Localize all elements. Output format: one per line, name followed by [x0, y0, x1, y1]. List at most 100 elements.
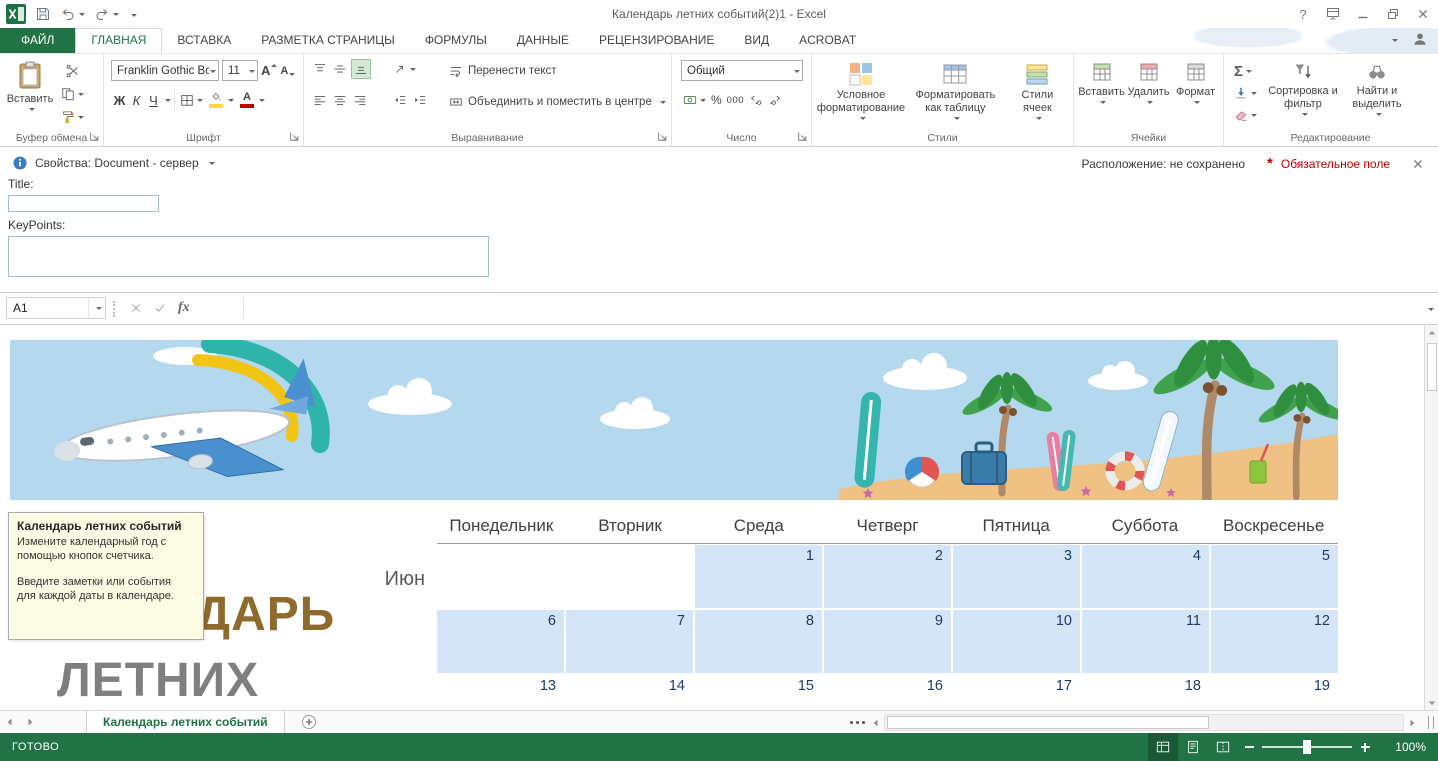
- format-cells-button[interactable]: Формат: [1173, 59, 1218, 105]
- ribbon-tab-formulas[interactable]: ФОРМУЛЫ: [410, 28, 502, 53]
- zoom-in-button[interactable]: [1354, 733, 1376, 761]
- undo-button[interactable]: [60, 6, 85, 22]
- date-cell[interactable]: 9: [824, 610, 951, 673]
- ribbon-display-options-button[interactable]: [1318, 0, 1348, 28]
- delete-cells-button[interactable]: Удалить: [1126, 59, 1171, 105]
- sort-filter-button[interactable]: Сортировка и фильтр: [1265, 59, 1341, 117]
- merge-center-button[interactable]: Объединить и поместить в центре: [449, 91, 666, 113]
- tab-scroll-dots-icon[interactable]: [850, 721, 865, 724]
- name-box[interactable]: A1: [6, 297, 106, 319]
- formula-bar-grip[interactable]: [113, 301, 115, 317]
- redo-button[interactable]: [94, 6, 119, 22]
- cut-button[interactable]: [59, 61, 86, 81]
- conditional-formatting-button[interactable]: Условное форматирование: [817, 59, 905, 121]
- align-right-button[interactable]: [351, 90, 369, 110]
- close-panel-button[interactable]: [1412, 158, 1424, 170]
- zoom-slider[interactable]: [1262, 740, 1352, 754]
- copy-button[interactable]: [59, 84, 86, 104]
- increase-decimal-button[interactable]: [747, 90, 765, 110]
- date-cell[interactable]: 13: [437, 675, 564, 710]
- insert-cells-button[interactable]: Вставить: [1078, 59, 1125, 105]
- formula-input[interactable]: [243, 297, 1415, 319]
- user-account-icon[interactable]: [1412, 31, 1428, 47]
- page-layout-view-button[interactable]: [1178, 733, 1208, 761]
- comma-style-button[interactable]: 000: [725, 90, 746, 110]
- decrease-indent-button[interactable]: [391, 90, 409, 110]
- date-cell[interactable]: 12: [1211, 610, 1338, 673]
- properties-header[interactable]: Свойства: Document - сервер: [35, 156, 199, 170]
- vertical-scrollbar[interactable]: [1424, 325, 1438, 710]
- decrease-font-button[interactable]: А: [280, 65, 296, 77]
- minimize-button[interactable]: [1348, 0, 1378, 28]
- align-top-button[interactable]: [311, 59, 329, 79]
- horizontal-scroll-thumb[interactable]: [887, 716, 1209, 729]
- align-bottom-button[interactable]: [351, 59, 371, 79]
- new-sheet-button[interactable]: [301, 714, 317, 730]
- borders-button[interactable]: [178, 90, 205, 110]
- dialog-launcher-number[interactable]: [797, 131, 808, 142]
- date-cell[interactable]: 4: [1082, 545, 1209, 608]
- clear-button[interactable]: [1232, 105, 1259, 125]
- italic-button[interactable]: К: [128, 93, 145, 108]
- bold-button[interactable]: Ж: [111, 93, 128, 108]
- worksheet[interactable]: КАЛЕНДАРЬ ЛЕТНИХ Календарь летних событи…: [0, 325, 1424, 710]
- accounting-format-button[interactable]: [681, 90, 708, 110]
- chevron-down-icon[interactable]: [1389, 32, 1398, 46]
- number-format-combo[interactable]: Общий: [681, 60, 803, 81]
- help-button[interactable]: ?: [1288, 0, 1318, 28]
- align-left-button[interactable]: [311, 90, 329, 110]
- ribbon-tab-review[interactable]: РЕЦЕНЗИРОВАНИЕ: [584, 28, 729, 53]
- cell-styles-button[interactable]: Стили ячеек: [1007, 59, 1068, 121]
- sheet-tab[interactable]: Календарь летних событий: [86, 710, 285, 734]
- increase-indent-button[interactable]: [411, 90, 429, 110]
- keypoints-input[interactable]: [8, 236, 489, 277]
- orientation-button[interactable]: [391, 59, 449, 79]
- scroll-up-button[interactable]: [1425, 325, 1438, 340]
- date-cell[interactable]: 16: [824, 675, 951, 710]
- title-input[interactable]: [8, 195, 159, 212]
- decrease-decimal-button[interactable]: [766, 90, 784, 110]
- zoom-out-button[interactable]: [1238, 733, 1260, 761]
- wrap-text-button[interactable]: Перенести текст: [449, 60, 666, 82]
- expand-formula-bar-button[interactable]: [1425, 301, 1434, 315]
- underline-button[interactable]: Ч: [145, 93, 162, 108]
- date-cell[interactable]: 10: [953, 610, 1080, 673]
- align-middle-button[interactable]: [331, 59, 349, 79]
- normal-view-button[interactable]: [1148, 733, 1178, 761]
- zoom-slider-thumb[interactable]: [1303, 740, 1311, 754]
- percent-style-button[interactable]: %: [709, 90, 724, 110]
- font-color-button[interactable]: А: [236, 90, 267, 110]
- dialog-launcher-alignment[interactable]: [657, 131, 668, 142]
- date-cell[interactable]: [437, 545, 564, 608]
- font-name-combo[interactable]: Franklin Gothic Bc: [111, 60, 219, 81]
- autosum-button[interactable]: Σ: [1232, 61, 1259, 81]
- font-size-combo[interactable]: 11: [222, 60, 258, 81]
- ribbon-tab-page-layout[interactable]: РАЗМЕТКА СТРАНИЦЫ: [246, 28, 410, 53]
- date-cell[interactable]: 8: [695, 610, 822, 673]
- confirm-entry-button[interactable]: [154, 302, 166, 314]
- align-center-button[interactable]: [331, 90, 349, 110]
- close-button[interactable]: [1408, 0, 1438, 28]
- save-button[interactable]: [35, 6, 51, 22]
- date-cell[interactable]: 2: [824, 545, 951, 608]
- ribbon-tab-acrobat[interactable]: ACROBAT: [784, 28, 871, 53]
- date-cell[interactable]: [566, 545, 693, 608]
- next-sheet-button[interactable]: [20, 711, 40, 734]
- date-cell[interactable]: 7: [566, 610, 693, 673]
- restore-button[interactable]: [1378, 0, 1408, 28]
- dialog-launcher-font[interactable]: [289, 131, 300, 142]
- scroll-right-button[interactable]: [1404, 714, 1420, 731]
- date-cell[interactable]: 6: [437, 610, 564, 673]
- ribbon-tab-view[interactable]: ВИД: [729, 28, 784, 53]
- customize-qat-button[interactable]: [128, 7, 137, 21]
- vertical-scroll-thumb[interactable]: [1427, 343, 1437, 391]
- increase-font-button[interactable]: А: [261, 63, 278, 78]
- format-painter-button[interactable]: [59, 107, 86, 127]
- date-cell[interactable]: 15: [695, 675, 822, 710]
- paste-button[interactable]: Вставить: [7, 59, 53, 112]
- ribbon-tab-file[interactable]: ФАЙЛ: [0, 28, 76, 53]
- cancel-entry-button[interactable]: [130, 302, 142, 314]
- date-cell[interactable]: 3: [953, 545, 1080, 608]
- tab-splitter-grip[interactable]: [1428, 716, 1434, 729]
- page-break-view-button[interactable]: [1208, 733, 1238, 761]
